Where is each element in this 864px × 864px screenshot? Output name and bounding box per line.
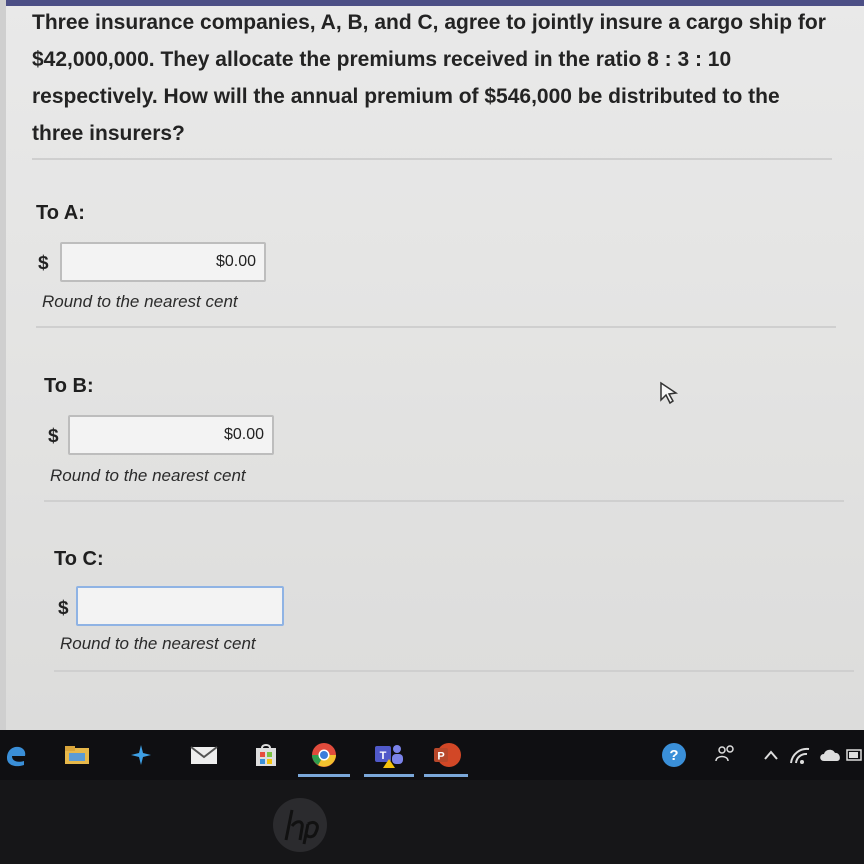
dollar-a: $ bbox=[38, 253, 49, 274]
hp-logo-icon bbox=[273, 798, 327, 852]
store-icon[interactable] bbox=[250, 740, 282, 770]
taskbar: T P ? bbox=[0, 730, 864, 780]
battery-icon[interactable] bbox=[846, 740, 864, 770]
teams-icon[interactable]: T bbox=[370, 740, 408, 770]
help-icon[interactable]: ? bbox=[658, 740, 690, 770]
answer-input-c[interactable] bbox=[76, 586, 284, 626]
chrome-icon[interactable] bbox=[306, 740, 342, 770]
active-app-indicator bbox=[424, 774, 468, 777]
cloud-icon[interactable] bbox=[816, 740, 846, 770]
label-b: To B: bbox=[44, 375, 94, 397]
powerpoint-icon[interactable]: P bbox=[428, 740, 464, 770]
question-text: Three insurance companies, A, B, and C, … bbox=[32, 11, 826, 145]
file-explorer-icon[interactable] bbox=[60, 740, 94, 770]
edge-icon[interactable] bbox=[0, 740, 32, 770]
active-app-indicator bbox=[298, 774, 350, 777]
svg-text:P: P bbox=[437, 751, 444, 763]
divider bbox=[54, 670, 854, 672]
dollar-c: $ bbox=[58, 598, 69, 619]
divider bbox=[32, 158, 832, 160]
hint-c: Round to the nearest cent bbox=[60, 634, 256, 653]
dollar-b: $ bbox=[48, 426, 59, 447]
hint-b: Round to the nearest cent bbox=[50, 466, 246, 485]
people-icon[interactable] bbox=[712, 740, 740, 770]
label-c: To C: bbox=[54, 548, 104, 570]
mouse-cursor-icon bbox=[660, 381, 679, 405]
hint-a: Round to the nearest cent bbox=[42, 292, 238, 311]
sparkle-app-icon[interactable] bbox=[124, 740, 158, 770]
label-a: To A: bbox=[36, 202, 85, 224]
left-edge bbox=[0, 0, 6, 730]
wifi-icon[interactable] bbox=[786, 740, 814, 770]
svg-text:?: ? bbox=[669, 747, 678, 764]
svg-text:T: T bbox=[380, 750, 387, 762]
browser-content: Three insurance companies, A, B, and C, … bbox=[0, 0, 864, 730]
divider bbox=[36, 326, 836, 328]
divider bbox=[44, 500, 844, 502]
mail-icon[interactable] bbox=[186, 740, 222, 770]
answer-input-b[interactable]: $0.00 bbox=[68, 415, 274, 455]
active-app-indicator bbox=[364, 774, 414, 777]
chevron-up-icon[interactable] bbox=[760, 740, 782, 770]
answer-input-a[interactable]: $0.00 bbox=[60, 242, 266, 282]
laptop-bezel bbox=[0, 780, 864, 864]
